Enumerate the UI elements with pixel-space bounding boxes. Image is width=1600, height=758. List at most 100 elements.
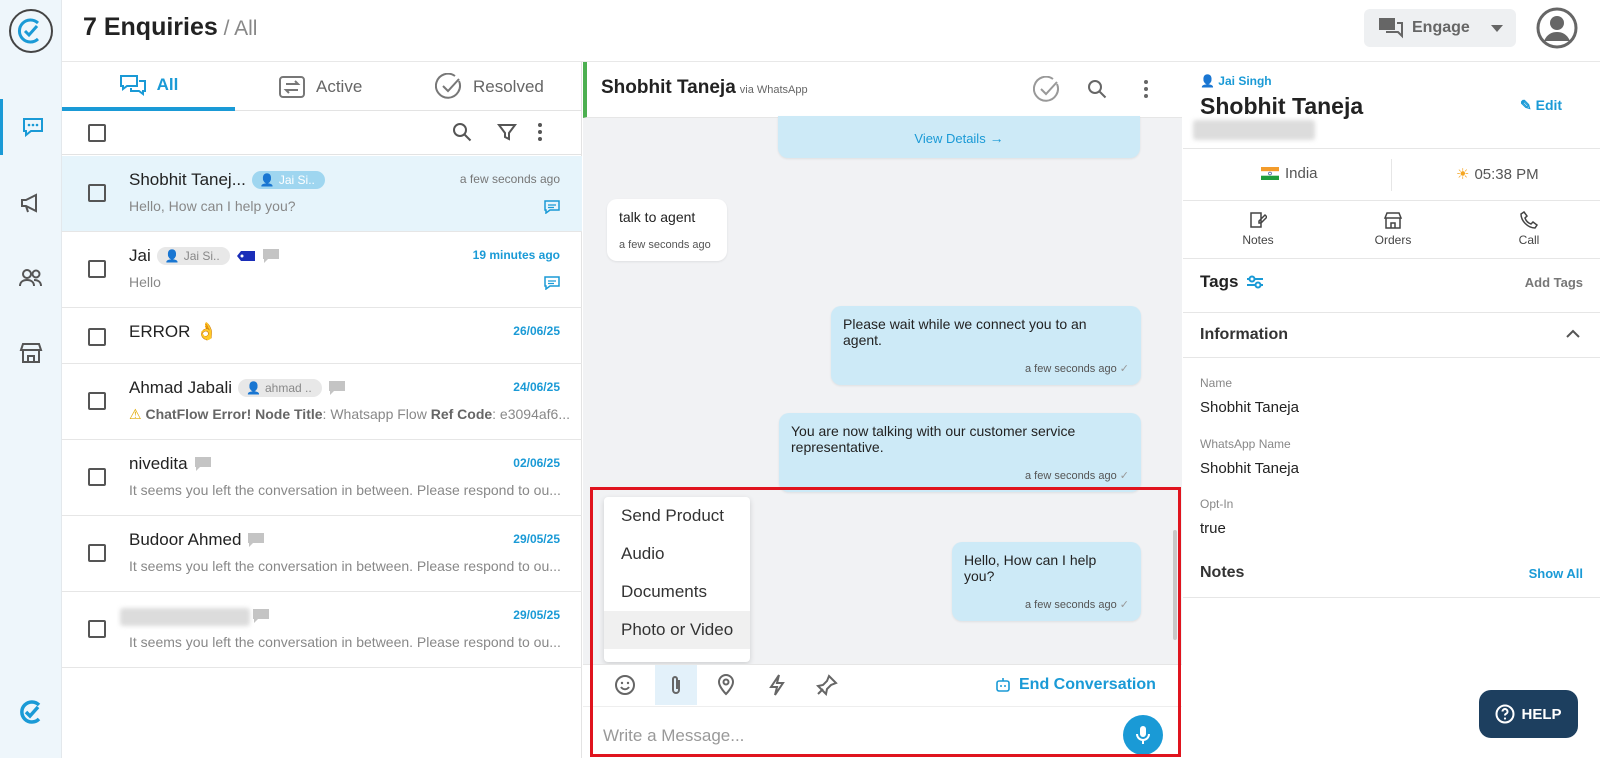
list-item[interactable]: ERROR 👌 26/06/25 bbox=[62, 308, 582, 364]
contact-name: nivedita bbox=[129, 454, 188, 473]
chat-contact-name: Shobhit Taneja bbox=[601, 77, 736, 98]
last-message: It seems you left the conversation in be… bbox=[129, 482, 561, 498]
microphone-button[interactable] bbox=[1123, 715, 1163, 755]
tab-active[interactable]: Active bbox=[278, 62, 362, 111]
notes-heading: Notes bbox=[1200, 564, 1245, 581]
profile-avatar-icon[interactable] bbox=[1535, 6, 1579, 50]
notes-action[interactable]: Notes bbox=[1228, 211, 1288, 247]
tags-settings-icon bbox=[1247, 275, 1264, 289]
field-name: Name Shobhit Taneja bbox=[1200, 376, 1299, 416]
list-item[interactable]: 29/05/25 It seems you left the conversat… bbox=[62, 592, 582, 668]
list-item[interactable]: nivedita 02/06/25 It seems you left the … bbox=[62, 440, 582, 516]
message-input[interactable]: Write a Message... bbox=[603, 726, 744, 746]
top-bar: 7 Enquiries / All Engage bbox=[62, 0, 1600, 62]
comment-icon bbox=[247, 532, 265, 548]
chat-icon bbox=[544, 200, 560, 214]
timestamp: a few seconds ago bbox=[459, 172, 560, 186]
comment-icon bbox=[328, 380, 346, 396]
row-checkbox[interactable] bbox=[88, 184, 106, 202]
menu-item-photo-or-video[interactable]: Photo or Video bbox=[604, 611, 750, 649]
field-opt-in: Opt-In true bbox=[1200, 497, 1234, 537]
ok-hand-icon: 👌 bbox=[196, 322, 218, 341]
help-button[interactable]: HELP bbox=[1479, 690, 1578, 738]
quick-reply-icon[interactable] bbox=[756, 665, 798, 705]
engage-button[interactable]: Engage bbox=[1364, 9, 1516, 47]
arrow-right-icon: → bbox=[989, 130, 1004, 146]
edit-button[interactable]: ✎ Edit bbox=[1520, 97, 1562, 114]
contact-info-panel: 👤 Jai Singh Shobhit Taneja ✎ Edit India … bbox=[1183, 62, 1600, 758]
sun-icon: ☀ bbox=[1456, 166, 1470, 183]
select-all-checkbox[interactable] bbox=[88, 124, 106, 142]
menu-item-audio[interactable]: Audio bbox=[604, 535, 750, 573]
contact-name: Ahmad Jabali bbox=[129, 378, 233, 397]
row-checkbox[interactable] bbox=[88, 620, 106, 638]
outgoing-message: Please wait while we connect you to an a… bbox=[831, 306, 1141, 385]
list-item[interactable]: Budoor Ahmed 29/05/25 It seems you left … bbox=[62, 516, 582, 592]
nav-rail bbox=[0, 0, 62, 758]
more-options-icon[interactable] bbox=[536, 122, 544, 142]
timestamp: 19 minutes ago bbox=[472, 248, 560, 262]
template-icon[interactable] bbox=[806, 665, 848, 705]
location-icon[interactable] bbox=[705, 665, 747, 705]
search-icon[interactable] bbox=[452, 122, 472, 142]
user-icon: 👤 bbox=[259, 173, 275, 187]
view-details-bubble: View Details → bbox=[778, 116, 1140, 158]
timestamp: 29/05/25 bbox=[513, 608, 560, 622]
information-header[interactable]: Information bbox=[1183, 312, 1600, 358]
row-checkbox[interactable] bbox=[88, 328, 106, 346]
contact-name: Shobhit Tanej... bbox=[129, 170, 246, 189]
list-item[interactable]: Ahmad Jabali 👤 ahmad .. 24/06/25 ⚠ ChatFl… bbox=[62, 364, 582, 440]
composer: End Conversation Write a Message... bbox=[583, 664, 1182, 758]
list-item[interactable]: Jai 👤 Jai Si.. 19 minutes ago Hello bbox=[62, 232, 582, 308]
timestamp: 02/06/25 bbox=[513, 456, 560, 470]
menu-item-send-product[interactable]: Send Product bbox=[604, 497, 750, 535]
menu-item-documents[interactable]: Documents bbox=[604, 573, 750, 611]
phone-icon bbox=[1520, 211, 1538, 229]
nav-campaigns-icon[interactable] bbox=[0, 175, 62, 231]
bot-icon bbox=[996, 678, 1010, 692]
view-details-link[interactable]: View Details bbox=[914, 131, 985, 146]
chat-icon bbox=[544, 276, 560, 290]
contact-name: ERROR bbox=[129, 322, 191, 341]
chat-header: Shobhit Taneja via WhatsApp bbox=[583, 62, 1182, 118]
last-message: It seems you left the conversation in be… bbox=[129, 634, 561, 650]
app-logo-icon[interactable] bbox=[9, 9, 53, 53]
show-all-link[interactable]: Show All bbox=[1529, 566, 1583, 581]
nav-chats-icon[interactable] bbox=[0, 99, 62, 155]
brand-logo-icon bbox=[16, 697, 46, 727]
row-checkbox[interactable] bbox=[88, 392, 106, 410]
user-icon: 👤 bbox=[164, 249, 180, 263]
chevron-up-icon[interactable] bbox=[1566, 329, 1580, 338]
chat-panel: Shobhit Taneja via WhatsApp View Details … bbox=[583, 62, 1182, 758]
outgoing-message: Hello, How can I help you? a few seconds … bbox=[952, 542, 1141, 621]
contact-name: Shobhit Taneja bbox=[1200, 93, 1364, 119]
comment-icon bbox=[194, 456, 212, 472]
orders-action[interactable]: Orders bbox=[1363, 211, 1423, 247]
last-message: It seems you left the conversation in be… bbox=[129, 558, 561, 574]
agent-chip: 👤 Jai Si.. bbox=[251, 171, 325, 189]
row-checkbox[interactable] bbox=[88, 544, 106, 562]
tag-icon bbox=[236, 250, 256, 262]
resolve-icon[interactable] bbox=[1033, 76, 1061, 104]
scrollbar[interactable] bbox=[1171, 118, 1179, 658]
nav-contacts-icon[interactable] bbox=[0, 250, 62, 306]
search-icon[interactable] bbox=[1087, 79, 1107, 99]
country: India bbox=[1261, 165, 1318, 182]
call-action[interactable]: Call bbox=[1499, 211, 1559, 247]
emoji-icon[interactable] bbox=[604, 665, 646, 705]
more-options-icon[interactable] bbox=[1142, 79, 1150, 99]
last-message: ⚠ ChatFlow Error! Node Title: Whatsapp F… bbox=[129, 406, 569, 422]
end-conversation-button[interactable]: End Conversation bbox=[995, 676, 1156, 694]
tab-resolved[interactable]: Resolved bbox=[435, 62, 544, 111]
check-icon: ✓ bbox=[1119, 363, 1129, 375]
timestamp: 29/05/25 bbox=[513, 532, 560, 546]
filter-icon[interactable] bbox=[497, 122, 517, 142]
row-checkbox[interactable] bbox=[88, 260, 106, 278]
tab-all[interactable]: All bbox=[62, 62, 235, 111]
list-item[interactable]: Shobhit Tanej... 👤 Jai Si.. a few seconds… bbox=[62, 156, 582, 232]
attachment-icon[interactable] bbox=[655, 665, 697, 705]
row-checkbox[interactable] bbox=[88, 468, 106, 486]
nav-store-icon[interactable] bbox=[0, 325, 62, 381]
timestamp: 24/06/25 bbox=[513, 380, 560, 394]
add-tags-button[interactable]: Add Tags bbox=[1525, 275, 1583, 290]
